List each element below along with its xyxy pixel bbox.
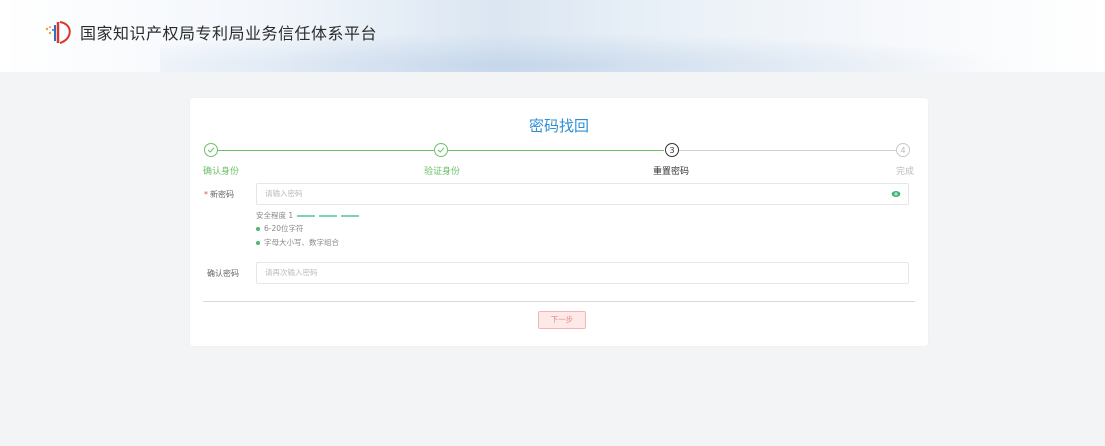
- step-4-number: 4: [896, 143, 910, 157]
- confirm-password-input[interactable]: 请再次输入密码: [256, 262, 909, 284]
- step-2-check-icon: [434, 143, 448, 157]
- page: 国家知识产权局专利局业务信任体系平台 密码找回 确认身份 验证身份 3 重置密码…: [0, 0, 1105, 446]
- step-1-check-icon: [204, 143, 218, 157]
- eye-icon[interactable]: [891, 189, 901, 199]
- rule-check-dot-icon: [256, 226, 260, 231]
- new-password-label: * 新密码: [204, 189, 234, 200]
- strength-label: 安全程度 1: [256, 211, 294, 220]
- step-connector-3: [679, 150, 896, 151]
- new-password-label-text: 新密码: [210, 190, 234, 199]
- password-rule-length: 6-20位字符: [256, 223, 304, 234]
- rule-composition-text: 字母大小写、数字组合: [264, 238, 339, 247]
- strength-bar-2: [319, 214, 338, 217]
- password-recovery-card: 密码找回 确认身份 验证身份 3 重置密码 4 完成 * 新密码 请输入密码 安…: [190, 98, 928, 346]
- confirm-password-placeholder: 请再次输入密码: [265, 268, 318, 277]
- new-password-input[interactable]: 请输入密码: [256, 183, 909, 205]
- step-connector-2: [448, 150, 664, 151]
- password-strength: 安全程度 1: [256, 210, 360, 221]
- rule-length-text: 6-20位字符: [264, 224, 304, 233]
- site-title: 国家知识产权局专利局业务信任体系平台: [80, 24, 378, 43]
- step-2-label: 验证身份: [424, 167, 461, 177]
- step-3-label: 重置密码: [653, 167, 690, 177]
- strength-bar-3: [341, 214, 360, 217]
- step-3-number: 3: [665, 143, 679, 157]
- password-rule-composition: 字母大小写、数字组合: [256, 237, 339, 248]
- form-divider: [203, 301, 915, 302]
- strength-bar-1: [297, 214, 316, 217]
- confirm-password-label: 确认密码: [207, 269, 239, 278]
- step-1-label: 确认身份: [203, 167, 240, 177]
- page-title: 密码找回: [528, 117, 589, 135]
- step-connector-1: [218, 150, 434, 151]
- rule-check-dot-icon: [256, 240, 260, 245]
- new-password-placeholder: 请输入密码: [265, 189, 303, 198]
- next-step-button[interactable]: 下一步: [538, 311, 586, 329]
- cnipa-logo-icon: [45, 21, 71, 44]
- step-4-label: 完成: [896, 167, 915, 177]
- header-banner: 国家知识产权局专利局业务信任体系平台: [0, 0, 1105, 72]
- required-mark: *: [204, 190, 208, 199]
